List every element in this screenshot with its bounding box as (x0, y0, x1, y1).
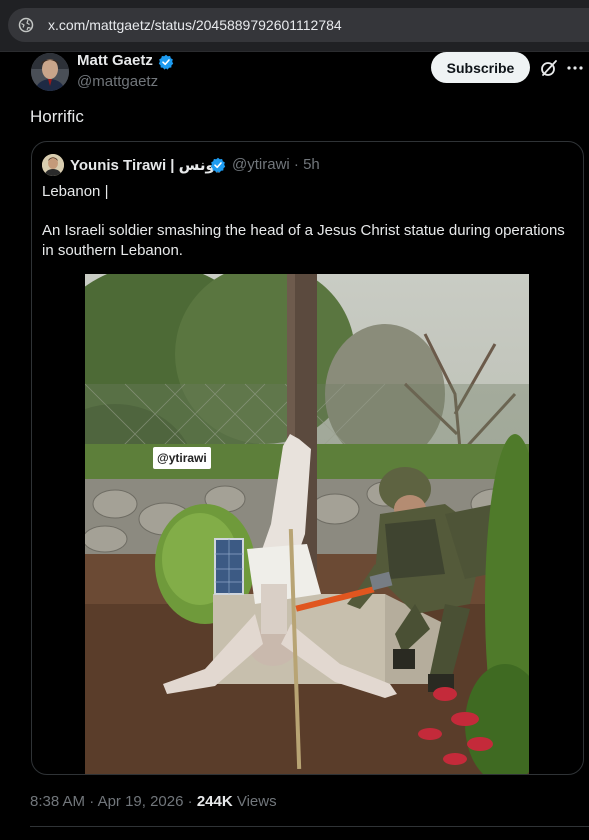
quoted-photo[interactable]: @ytirawi (85, 274, 529, 774)
quoted-tweet-card[interactable]: Younis Tirawi | يونس @ytirawi · 5h Leban… (31, 141, 584, 775)
quoted-text-line1: Lebanon | (42, 183, 109, 200)
author-name[interactable]: Matt Gaetz (77, 52, 153, 69)
quoted-time[interactable]: 5h (303, 156, 320, 173)
quoted-author-meta[interactable]: @ytirawi · 5h (232, 156, 320, 173)
tweet-text: Horrific (30, 107, 84, 126)
quoted-author-avatar[interactable] (42, 154, 64, 176)
views-label: Views (236, 793, 277, 810)
separator: · (187, 793, 193, 810)
quoted-author-name[interactable]: Younis Tirawi | يونس (70, 156, 221, 174)
browser-address-bar: x.com/mattgaetz/status/20458897926011127… (0, 0, 589, 52)
separator: · (89, 793, 95, 810)
views-count: 244K (196, 793, 233, 810)
url-text: x.com/mattgaetz/status/20458897926011127… (48, 17, 342, 33)
subscribe-button[interactable]: Subscribe (431, 52, 530, 83)
image-watermark: @ytirawi (157, 451, 207, 465)
separator: · (293, 156, 299, 173)
quoted-text-body: An Israeli soldier smashing the head of … (42, 222, 565, 259)
verified-badge-icon (158, 54, 174, 70)
grok-icon[interactable] (539, 58, 559, 78)
tweet-date[interactable]: Apr 19, 2026 (98, 793, 184, 810)
tweet-time[interactable]: 8:38 AM (30, 793, 85, 810)
verified-badge-icon (210, 157, 226, 173)
quoted-author-handle[interactable]: @ytirawi (232, 156, 290, 173)
author-avatar[interactable] (31, 53, 69, 91)
author-handle[interactable]: @mattgaetz (77, 73, 158, 90)
divider (30, 826, 589, 827)
tweet-metadata: 8:38 AM · Apr 19, 2026 · 244K Views (30, 793, 277, 810)
site-info-icon[interactable] (18, 17, 34, 33)
url-field[interactable]: x.com/mattgaetz/status/20458897926011127… (8, 8, 589, 42)
more-icon[interactable] (566, 58, 584, 78)
